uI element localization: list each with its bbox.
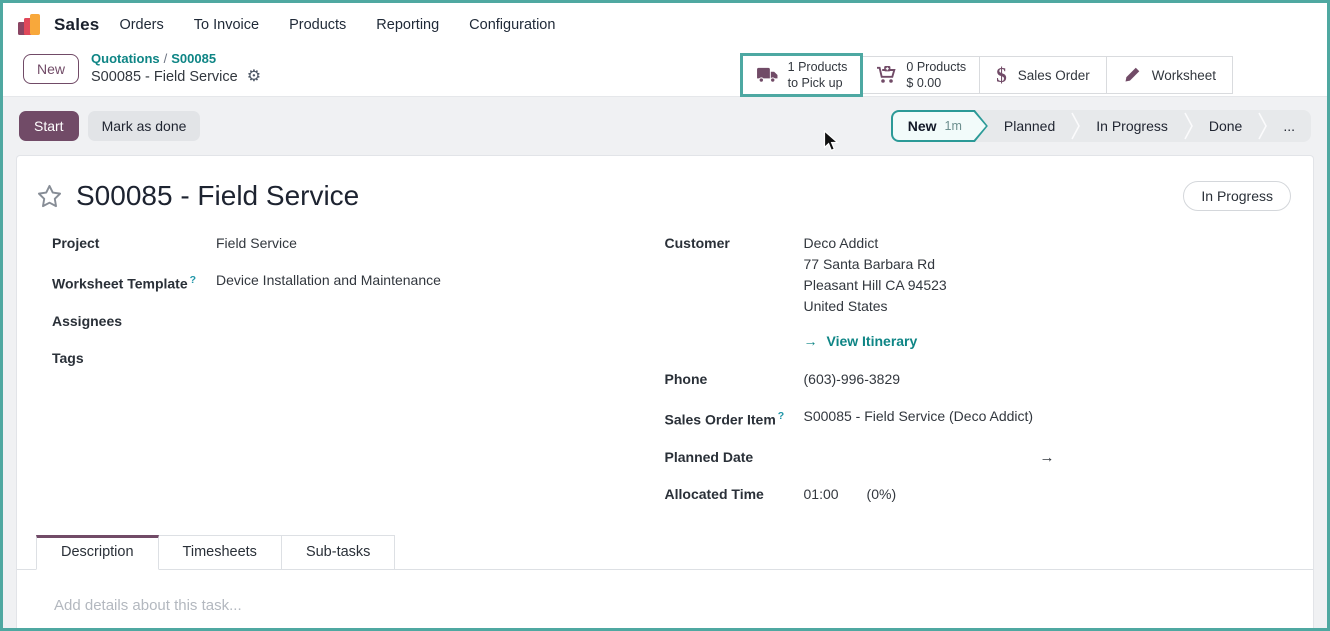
stage-new[interactable]: New 1m — [891, 110, 988, 142]
worksheet-template-value[interactable]: Device Installation and Maintenance — [216, 270, 441, 295]
pencil-icon — [1123, 66, 1141, 84]
field-customer: Customer Deco Addict 77 Santa Barbara Rd… — [665, 233, 1294, 352]
sales-order-item-value[interactable]: S00085 - Field Service (Deco Addict) — [804, 406, 1034, 431]
field-allocated-time: Allocated Time 01:00 (0%) — [665, 484, 1294, 505]
app-name[interactable]: Sales — [54, 15, 99, 35]
truck-icon — [756, 66, 779, 85]
fields-left-column: Project Field Service Worksheet Template… — [36, 233, 665, 521]
assignees-label: Assignees — [52, 311, 216, 332]
field-assignees: Assignees — [52, 311, 625, 332]
status-bar: Start Mark as done New 1m Planned In Pro… — [3, 96, 1327, 155]
help-icon: ? — [190, 274, 196, 286]
start-button[interactable]: Start — [19, 111, 79, 141]
stage-more[interactable]: ... — [1267, 110, 1311, 142]
breadcrumb-separator: / — [160, 51, 172, 66]
customer-address-line1: 77 Santa Barbara Rd — [804, 254, 947, 275]
stage-new-duration: 1m — [945, 119, 962, 133]
allocated-time-value[interactable]: 01:00 — [804, 484, 839, 505]
breadcrumb-s00085[interactable]: S00085 — [171, 51, 216, 66]
field-worksheet-template: Worksheet Template? Device Installation … — [52, 270, 625, 295]
breadcrumb-current: S00085 - Field Service — [91, 68, 238, 87]
menu-orders[interactable]: Orders — [119, 17, 163, 33]
tags-label: Tags — [52, 348, 216, 369]
planned-date-label: Planned Date — [665, 447, 804, 468]
worksheet-label: Worksheet — [1152, 68, 1216, 83]
task-form-sheet: S00085 - Field Service In Progress Proje… — [16, 155, 1314, 628]
stage-in-progress[interactable]: In Progress — [1080, 110, 1184, 142]
gear-icon[interactable]: ⚙ — [247, 69, 261, 85]
sales-app-logo-icon — [17, 12, 43, 38]
tab-description[interactable]: Description — [36, 535, 159, 570]
dollar-icon: $ — [996, 65, 1007, 86]
products-to-pickup-button[interactable]: 1 Products to Pick up — [743, 56, 861, 94]
products-amount-button[interactable]: 0 Products $ 0.00 — [862, 56, 980, 94]
favorite-star-icon[interactable] — [36, 183, 63, 210]
stage-new-label: New — [908, 118, 937, 134]
worksheet-button[interactable]: Worksheet — [1106, 56, 1233, 94]
main-menu: Orders To Invoice Products Reporting Con… — [119, 17, 555, 33]
field-project: Project Field Service — [52, 233, 625, 254]
stage-separator-icon — [1071, 111, 1080, 141]
description-editor[interactable]: Add details about this task... — [36, 570, 1293, 628]
stage-pipeline: New 1m Planned In Progress Done ... — [891, 110, 1311, 142]
view-itinerary-label: View Itinerary — [827, 331, 918, 352]
breadcrumb: Quotations/S00085 S00085 - Field Service… — [91, 50, 261, 86]
date-range-arrow-icon: → — [804, 449, 1055, 466]
stage-planned[interactable]: Planned — [988, 110, 1071, 142]
stage-done[interactable]: Done — [1193, 110, 1258, 142]
menu-to-invoice[interactable]: To Invoice — [194, 17, 259, 33]
new-button[interactable]: New — [23, 54, 79, 84]
view-itinerary-link[interactable]: → View Itinerary — [804, 331, 947, 352]
pickup-count: 1 Products — [788, 59, 848, 75]
stage-separator-icon — [1184, 111, 1193, 141]
help-icon: ? — [778, 410, 784, 422]
menu-configuration[interactable]: Configuration — [469, 17, 555, 33]
sales-order-label: Sales Order — [1018, 68, 1090, 83]
phone-value[interactable]: (603)-996-3829 — [804, 369, 901, 390]
smart-button-group: 1 Products to Pick up 0 Products $ 0.00 … — [740, 53, 1233, 97]
stage-separator-icon — [1258, 111, 1267, 141]
mark-as-done-button[interactable]: Mark as done — [88, 111, 201, 141]
task-title[interactable]: S00085 - Field Service — [76, 180, 359, 212]
allocated-time-progress: (0%) — [867, 484, 897, 505]
products-amount: $ 0.00 — [906, 75, 966, 91]
field-tags: Tags — [52, 348, 625, 369]
project-label: Project — [52, 233, 216, 254]
menu-products[interactable]: Products — [289, 17, 346, 33]
sales-order-item-label: Sales Order Item? — [665, 406, 804, 431]
sales-order-button[interactable]: $ Sales Order — [979, 56, 1107, 94]
menu-reporting[interactable]: Reporting — [376, 17, 439, 33]
task-state-badge: In Progress — [1183, 181, 1291, 211]
fields-right-column: Customer Deco Addict 77 Santa Barbara Rd… — [665, 233, 1294, 521]
form-background: S00085 - Field Service In Progress Proje… — [3, 155, 1327, 628]
project-value[interactable]: Field Service — [216, 233, 297, 254]
customer-address-line2: Pleasant Hill CA 94523 — [804, 275, 947, 296]
breadcrumb-quotations[interactable]: Quotations — [91, 51, 160, 66]
worksheet-template-label: Worksheet Template? — [52, 270, 216, 295]
phone-label: Phone — [665, 369, 804, 390]
pickup-highlight-frame: 1 Products to Pick up — [740, 53, 864, 97]
pickup-label: to Pick up — [788, 75, 848, 91]
arrow-right-icon: → — [804, 331, 818, 352]
odoo-apps-icon[interactable] — [17, 12, 43, 38]
customer-address-line3: United States — [804, 296, 947, 317]
field-phone: Phone (603)-996-3829 — [665, 369, 1294, 390]
tab-sub-tasks[interactable]: Sub-tasks — [281, 535, 395, 569]
allocated-time-label: Allocated Time — [665, 484, 804, 505]
planned-date-value[interactable]: → — [804, 447, 1055, 468]
customer-name[interactable]: Deco Addict — [804, 233, 947, 254]
top-nav: Sales Orders To Invoice Products Reporti… — [3, 3, 1327, 47]
field-sales-order-item: Sales Order Item? S00085 - Field Service… — [665, 406, 1294, 431]
field-planned-date: Planned Date → — [665, 447, 1294, 468]
products-count: 0 Products — [906, 59, 966, 75]
cart-plus-icon — [876, 66, 897, 84]
notebook-tabs: Description Timesheets Sub-tasks — [17, 535, 1313, 570]
customer-label: Customer — [665, 233, 804, 352]
tab-timesheets[interactable]: Timesheets — [158, 535, 282, 569]
